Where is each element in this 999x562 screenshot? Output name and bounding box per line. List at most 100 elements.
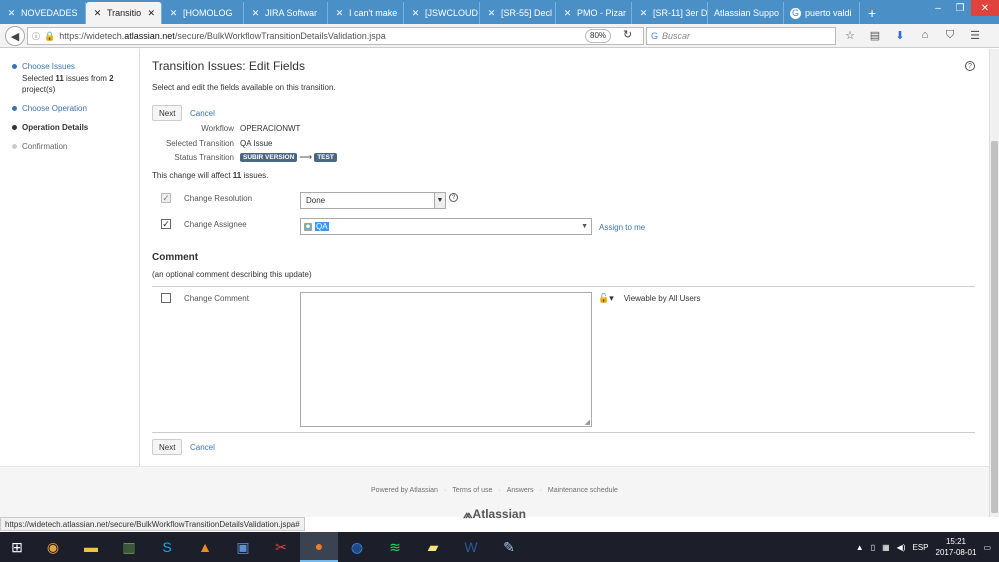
- spotify-icon[interactable]: ≋: [376, 532, 414, 562]
- footer-separator: ·: [498, 487, 501, 494]
- paint-icon[interactable]: ✎: [490, 532, 528, 562]
- maintenance-link[interactable]: Maintenance schedule: [548, 487, 618, 494]
- browser-tab[interactable]: ✕ [SR-55] Decl: [480, 2, 556, 24]
- change-resolution-checkbox[interactable]: ✓: [161, 193, 171, 203]
- browser-tab[interactable]: ✕ I can't make: [328, 2, 404, 24]
- url-bar[interactable]: ⓘ 🔒 https://widetech.atlassian.net/secur…: [27, 27, 644, 45]
- maximize-icon[interactable]: ❐: [949, 0, 971, 16]
- browser-tab[interactable]: ✕ JIRA Softwar: [244, 2, 328, 24]
- word-icon[interactable]: W: [452, 532, 490, 562]
- pocket-icon[interactable]: ⛉: [942, 27, 958, 43]
- choose-operation-link[interactable]: Choose Operation: [22, 103, 87, 114]
- jira-icon: ✕: [169, 7, 178, 18]
- jira-icon: ✕: [335, 7, 344, 18]
- comment-visibility[interactable]: 🔓▾ Viewable by All Users: [598, 293, 701, 304]
- home-icon[interactable]: ⌂: [917, 27, 933, 43]
- zoom-indicator[interactable]: 80%: [585, 29, 612, 43]
- cancel-link-bottom[interactable]: Cancel: [190, 443, 215, 452]
- download-icon[interactable]: ⬇: [892, 27, 908, 43]
- answers-link[interactable]: Answers: [507, 487, 534, 494]
- footer-links: Powered by Atlassian · Terms of use · Answ…: [0, 487, 989, 494]
- edit-fields-form: Transition Issues: Edit Fields ? Select …: [152, 49, 975, 466]
- choose-issues-link[interactable]: Choose Issues: [22, 62, 75, 71]
- browser-tab-active[interactable]: ✕ Transitio ✕: [86, 2, 162, 24]
- change-resolution-label: Change Resolution: [184, 194, 253, 203]
- search-input[interactable]: G Buscar: [646, 27, 836, 45]
- step-operation-details: Operation Details: [12, 122, 139, 133]
- skype-icon[interactable]: S: [148, 532, 186, 562]
- status-to-lozenge: TEST: [314, 153, 337, 162]
- close-tab-icon[interactable]: ✕: [147, 8, 155, 19]
- terms-link[interactable]: Terms of use: [452, 487, 492, 494]
- snipping-tool-icon[interactable]: ✂: [262, 532, 300, 562]
- browser-tab[interactable]: ✕ [JSWCLOUD: [404, 2, 480, 24]
- close-window-icon[interactable]: ✕: [971, 0, 999, 16]
- browser-tab[interactable]: ✕ PMO - Pizar: [556, 2, 632, 24]
- change-comment-checkbox[interactable]: [161, 293, 171, 303]
- zoom-icon[interactable]: ◍: [338, 532, 376, 562]
- new-tab-button[interactable]: +: [860, 2, 884, 24]
- tray-expand-icon[interactable]: ▲: [856, 543, 864, 552]
- language-indicator[interactable]: ESP: [913, 543, 929, 552]
- step-current-marker: [12, 125, 17, 130]
- back-arrow-icon: ◀: [10, 30, 20, 43]
- help-icon[interactable]: ?: [965, 61, 975, 71]
- jira-icon: ✕: [487, 7, 496, 18]
- selected-issues-summary: Selected 11 issues from 2 project(s): [22, 74, 114, 94]
- battery-icon[interactable]: ▯: [871, 543, 875, 552]
- chevron-down-icon: ▼: [434, 193, 445, 208]
- comment-textarea[interactable]: ◢: [300, 292, 592, 427]
- browser-tab[interactable]: Atlassian Suppo: [708, 2, 784, 24]
- file-explorer-icon[interactable]: ▬: [72, 532, 110, 562]
- next-button-top[interactable]: Next: [152, 105, 183, 121]
- sticky-notes-icon[interactable]: ▰: [414, 532, 452, 562]
- step-done-marker: [12, 64, 17, 69]
- google-icon: G: [790, 7, 801, 19]
- user-avatar-icon: ☻: [304, 222, 312, 231]
- browser-tab[interactable]: ✕ [SR-11] 3er D: [632, 2, 708, 24]
- remote-desktop-icon[interactable]: ▣: [224, 532, 262, 562]
- jira-icon: ✕: [251, 7, 260, 18]
- jira-icon: ✕: [93, 7, 102, 18]
- step-done-marker: [12, 106, 17, 111]
- network-icon[interactable]: ▦: [882, 543, 890, 552]
- menu-icon[interactable]: ☰: [967, 27, 983, 43]
- next-button-bottom[interactable]: Next: [152, 439, 183, 455]
- reload-icon[interactable]: ↻: [623, 28, 632, 41]
- change-assignee-checkbox[interactable]: ✓: [161, 219, 171, 229]
- browser-tab[interactable]: ✕ NOVEDADES: [0, 2, 86, 24]
- project-icon[interactable]: ▥: [110, 532, 148, 562]
- resize-grip-icon[interactable]: ◢: [585, 418, 590, 426]
- powered-by-link[interactable]: Powered by Atlassian: [371, 487, 438, 494]
- assign-to-me-link[interactable]: Assign to me: [599, 223, 645, 232]
- chrome-icon[interactable]: ◉: [34, 532, 72, 562]
- workflow-value: OPERACIONWT: [240, 124, 301, 133]
- reading-list-icon[interactable]: ▤: [867, 27, 883, 43]
- arrow-right-icon: ⟶: [299, 152, 313, 162]
- scrollbar-thumb[interactable]: [991, 141, 998, 513]
- bookmark-star-icon[interactable]: ☆: [842, 27, 858, 43]
- resolution-select[interactable]: Done ▼: [300, 192, 446, 209]
- lock-icon: 🔓▾: [598, 293, 614, 303]
- page-scrollbar[interactable]: [989, 49, 999, 517]
- minimize-icon[interactable]: –: [927, 0, 949, 16]
- browser-tab[interactable]: Gpuerto valdi: [784, 2, 860, 24]
- resolution-help-icon[interactable]: ?: [449, 193, 458, 202]
- volume-icon[interactable]: ◀): [897, 543, 906, 552]
- back-button[interactable]: ◀: [5, 26, 25, 46]
- firefox-icon[interactable]: ●: [300, 532, 338, 562]
- cancel-link-top[interactable]: Cancel: [190, 109, 215, 118]
- system-clock[interactable]: 15:21 2017-08-01: [936, 536, 977, 558]
- wizard-steps: Choose Issues Selected 11 issues from 2p…: [0, 49, 140, 466]
- notifications-icon[interactable]: ▭: [983, 543, 991, 552]
- status-transition-label: Status Transition: [174, 153, 234, 162]
- page-footer: Powered by Atlassian · Terms of use · Answ…: [0, 466, 989, 521]
- selected-transition-value: QA Issue: [240, 139, 273, 148]
- jira-icon: ✕: [411, 7, 420, 18]
- info-icon[interactable]: ⓘ: [32, 31, 40, 42]
- windows-start-icon[interactable]: ⊞: [0, 532, 34, 562]
- assignee-picker[interactable]: ☻ QA ▼: [300, 218, 592, 235]
- status-url-tooltip: https://widetech.atlassian.net/secure/Bu…: [0, 517, 305, 531]
- vlc-icon[interactable]: ▲: [186, 532, 224, 562]
- browser-tab[interactable]: ✕ [HOMOLOG: [162, 2, 244, 24]
